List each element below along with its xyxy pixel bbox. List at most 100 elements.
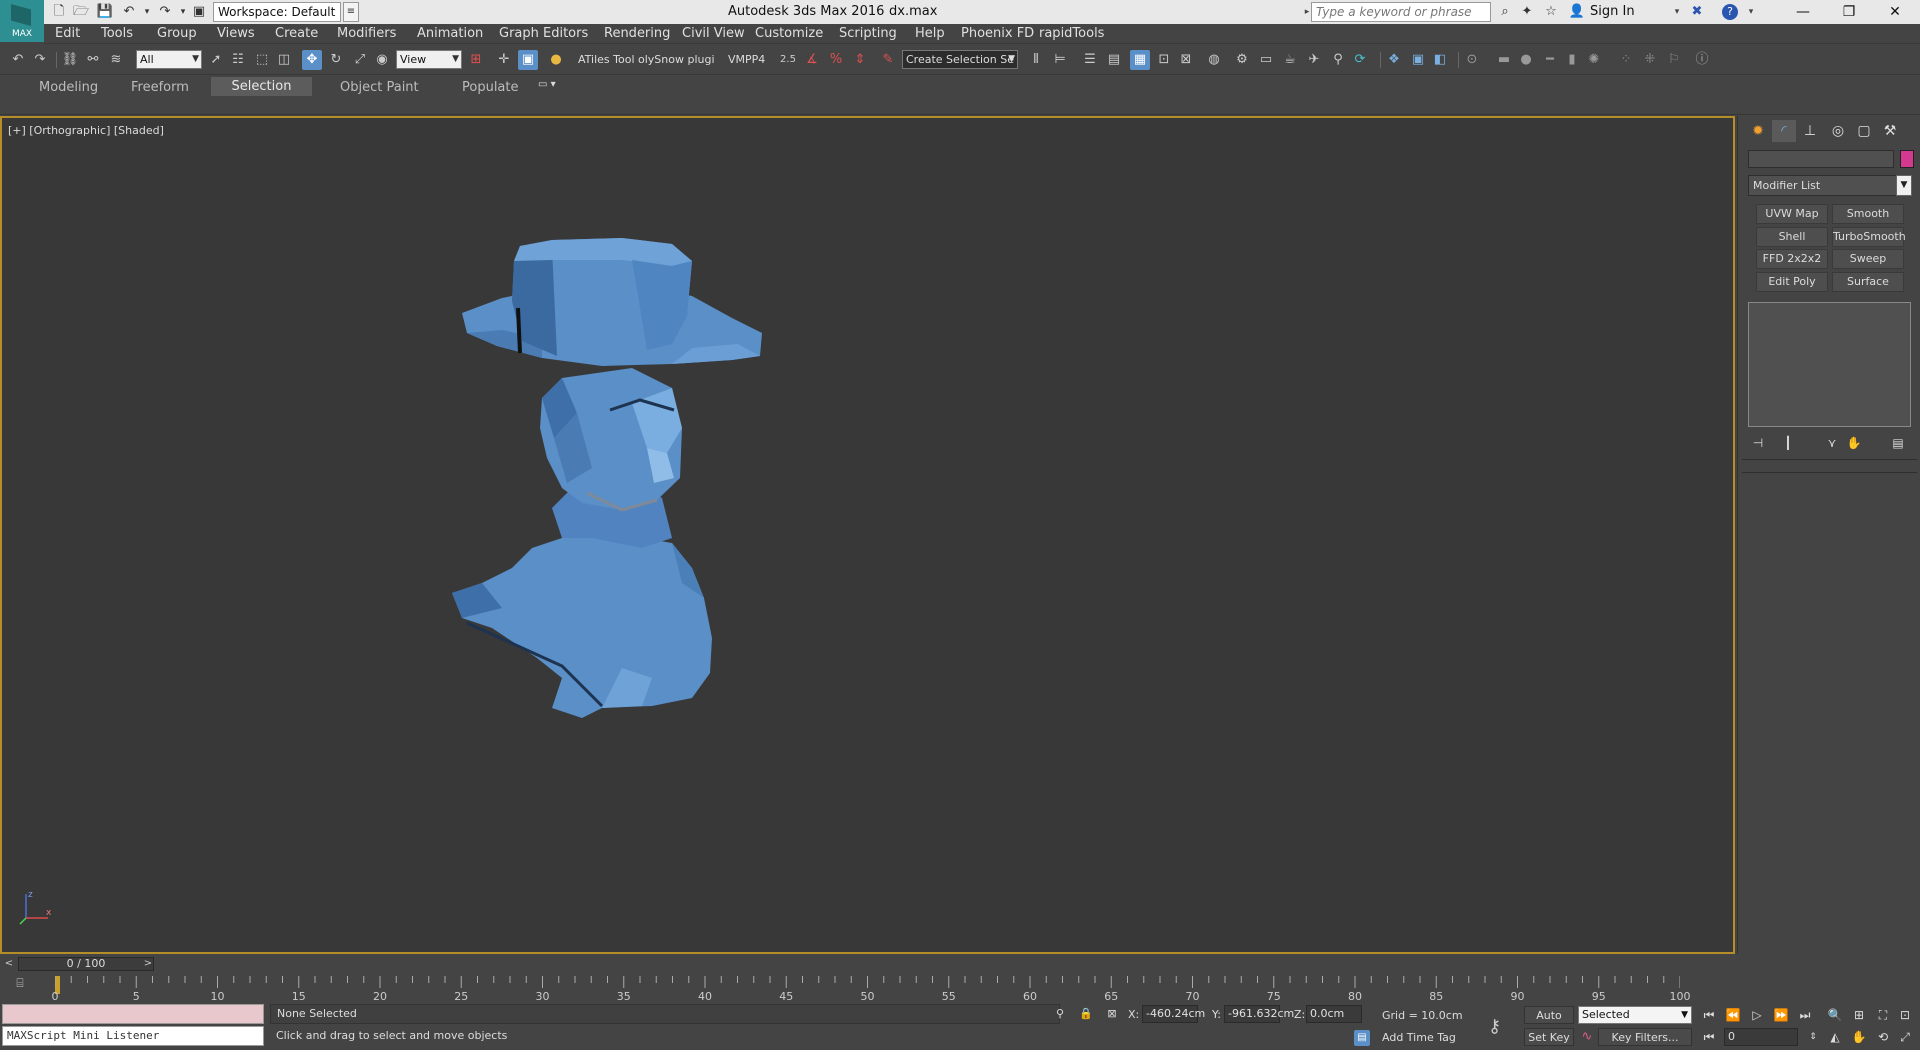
create-tab-icon[interactable]: ✹ <box>1746 120 1770 142</box>
z-coordinate-field[interactable]: 0.0cm <box>1306 1005 1362 1023</box>
polysnow-plugin-label[interactable]: olySnow plugi <box>638 53 715 66</box>
chevron-down-icon[interactable]: ▼ <box>1896 175 1912 196</box>
reference-coordinate-dropdown[interactable]: View ▼ <box>396 50 462 69</box>
object-color-swatch[interactable] <box>1900 150 1914 168</box>
set-key-icon[interactable]: ⚷ <box>1488 1016 1501 1037</box>
go-to-end-icon[interactable]: ⏭ <box>1796 1006 1814 1024</box>
toggle-ribbon-icon[interactable]: ▦ <box>1130 50 1150 70</box>
maxscript-input[interactable]: MAXScript Mini Listener <box>2 1026 264 1046</box>
spinner-snap-icon[interactable]: ⇕ <box>850 50 870 70</box>
plugin-tool-8-icon[interactable]: ▮ <box>1562 50 1582 70</box>
tab-object-paint[interactable]: Object Paint <box>340 80 419 95</box>
plugin-tool-10-icon[interactable]: ⁘ <box>1616 50 1636 70</box>
snaps-toggle-icon[interactable]: 2.5 <box>778 50 798 70</box>
modifier-stack[interactable] <box>1748 302 1911 427</box>
menu-phoenix-fd[interactable]: Phoenix FD <box>961 26 1034 41</box>
key-mode-toggle-icon[interactable]: ⏮ <box>1700 1028 1718 1046</box>
mini-curve-editor-icon[interactable]: ⌸ <box>10 976 30 992</box>
display-tab-icon[interactable]: ▢ <box>1852 120 1876 142</box>
zoom-icon[interactable]: 🔍 <box>1826 1006 1844 1024</box>
sign-in-link[interactable]: Sign In <box>1590 4 1635 19</box>
undo-icon[interactable]: ↶ <box>120 3 138 21</box>
render-iterative-icon[interactable]: ✈ <box>1304 50 1324 70</box>
activeshade-icon[interactable]: ⚲ <box>1328 50 1348 70</box>
menu-tools[interactable]: Tools <box>101 26 133 41</box>
menu-views[interactable]: Views <box>217 26 255 41</box>
communication-center-icon[interactable]: ✦ <box>1518 3 1536 21</box>
percent-snap-icon[interactable]: % <box>826 50 846 70</box>
plugin-tool-3-icon[interactable]: ◧ <box>1430 50 1450 70</box>
isolate-selection-icon[interactable]: ⚲ <box>1052 1006 1068 1022</box>
help-icon[interactable]: ? <box>1722 4 1738 20</box>
sign-in-dropdown-icon[interactable]: ▾ <box>1668 3 1686 21</box>
absolute-mode-icon[interactable]: ⊠ <box>1104 1006 1120 1022</box>
close-icon[interactable]: ✕ <box>1872 0 1918 24</box>
viewport-orthographic[interactable]: [+] [Orthographic] [Shaded] z x <box>0 116 1735 954</box>
selection-lock-icon[interactable]: 🔒 <box>1078 1006 1094 1022</box>
go-to-start-icon[interactable]: ⏮ <box>1700 1006 1718 1024</box>
make-unique-icon[interactable]: ⋎ <box>1822 434 1842 452</box>
redo-icon[interactable]: ↷ <box>156 3 174 21</box>
set-key-button[interactable]: Set Key <box>1524 1028 1574 1046</box>
scene-explorer-icon[interactable]: ☰ <box>1080 50 1100 70</box>
plugin-tool-7-icon[interactable]: ━ <box>1540 50 1560 70</box>
modifier-list-dropdown[interactable]: Modifier List <box>1748 175 1911 196</box>
select-and-link-icon[interactable]: ⛓ <box>60 50 80 70</box>
atiles-tool-label[interactable]: ATiles Tool <box>578 53 635 66</box>
menu-group[interactable]: Group <box>157 26 197 41</box>
exchange-apps-icon[interactable]: ✖ <box>1688 3 1706 21</box>
undo-icon[interactable]: ↶ <box>8 50 28 70</box>
material-editor-icon[interactable]: ◍ <box>1204 50 1224 70</box>
time-configuration-icon[interactable]: ⇕ <box>1804 1028 1822 1046</box>
info-icon[interactable]: ⓘ <box>1692 50 1712 70</box>
modify-tab-icon[interactable]: ◜ <box>1772 120 1796 142</box>
ffd-2x2x2-button[interactable]: FFD 2x2x2 <box>1756 249 1828 269</box>
rectangular-selection-icon[interactable]: ⬚ <box>252 50 272 70</box>
new-file-icon[interactable]: 🗋 <box>50 3 68 21</box>
search-input[interactable]: Type a keyword or phrase <box>1311 2 1491 22</box>
user-icon[interactable]: 👤 <box>1568 3 1586 21</box>
zoom-extents-icon[interactable]: ⛶ <box>1874 1006 1892 1024</box>
plugin-tool-4-icon[interactable]: ⊙ <box>1462 50 1482 70</box>
hierarchy-tab-icon[interactable]: ⊥ <box>1798 120 1822 142</box>
auto-key-button[interactable]: Auto Key <box>1524 1006 1574 1040</box>
minimize-icon[interactable]: — <box>1780 0 1826 24</box>
menu-create[interactable]: Create <box>275 26 318 41</box>
workspace-dropdown[interactable]: Workspace: Default <box>213 2 341 22</box>
orbit-icon[interactable]: ⟲ <box>1874 1028 1892 1046</box>
plugin-tool-6-icon[interactable]: ● <box>1516 50 1536 70</box>
help-dropdown-icon[interactable]: ▾ <box>1742 3 1760 21</box>
edit-poly-button[interactable]: Edit Poly <box>1756 272 1828 292</box>
next-frame-icon[interactable]: > <box>142 956 154 972</box>
configure-modifier-sets-icon[interactable]: ▤ <box>1888 434 1908 452</box>
key-filters-button[interactable]: Key Filters... <box>1598 1028 1692 1046</box>
zoom-extents-all-icon[interactable]: ⊡ <box>1896 1006 1914 1024</box>
y-coordinate-field[interactable]: -961.632cm <box>1224 1005 1294 1023</box>
align-icon[interactable]: ⊨ <box>1050 50 1070 70</box>
window-crossing-icon[interactable]: ◫ <box>274 50 294 70</box>
motion-tab-icon[interactable]: ◎ <box>1826 120 1850 142</box>
mirror-icon[interactable]: ⫴ <box>1026 50 1046 70</box>
play-icon[interactable]: ▷ <box>1748 1006 1766 1024</box>
restore-icon[interactable]: ❐ <box>1826 0 1872 24</box>
plugin-tool-9-icon[interactable]: ✺ <box>1584 50 1604 70</box>
angle-snap-icon[interactable]: ∡ <box>802 50 822 70</box>
x-coordinate-field[interactable]: -460.24cm <box>1142 1005 1205 1023</box>
zoom-all-icon[interactable]: ⊞ <box>1850 1006 1868 1024</box>
menu-modifiers[interactable]: Modifiers <box>337 26 396 41</box>
keyboard-shortcut-override-icon[interactable]: ▣ <box>518 50 538 70</box>
add-time-tag-button[interactable]: Add Time Tag <box>1382 1031 1456 1044</box>
bind-space-warp-icon[interactable]: ≋ <box>106 50 126 70</box>
pin-stack-icon[interactable]: ⊣ <box>1748 434 1768 452</box>
atiles-icon[interactable]: ● <box>546 50 566 70</box>
layer-explorer-icon[interactable]: ▤ <box>1104 50 1124 70</box>
menu-edit[interactable]: Edit <box>55 26 80 41</box>
ribbon-options-icon[interactable]: ▭ ▾ <box>538 79 568 93</box>
time-slider-handle[interactable]: 0 / 100 <box>18 957 154 971</box>
maximize-viewport-icon[interactable]: ⤢ <box>1896 1028 1914 1046</box>
show-end-result-icon[interactable]: ┃ <box>1778 434 1798 452</box>
surface-button[interactable]: Surface <box>1832 272 1904 292</box>
select-and-move-icon[interactable]: ✥ <box>302 50 322 70</box>
render-setup-icon[interactable]: ⚙ <box>1232 50 1252 70</box>
key-mode-dropdown[interactable]: Selected ▼ <box>1578 1006 1692 1024</box>
